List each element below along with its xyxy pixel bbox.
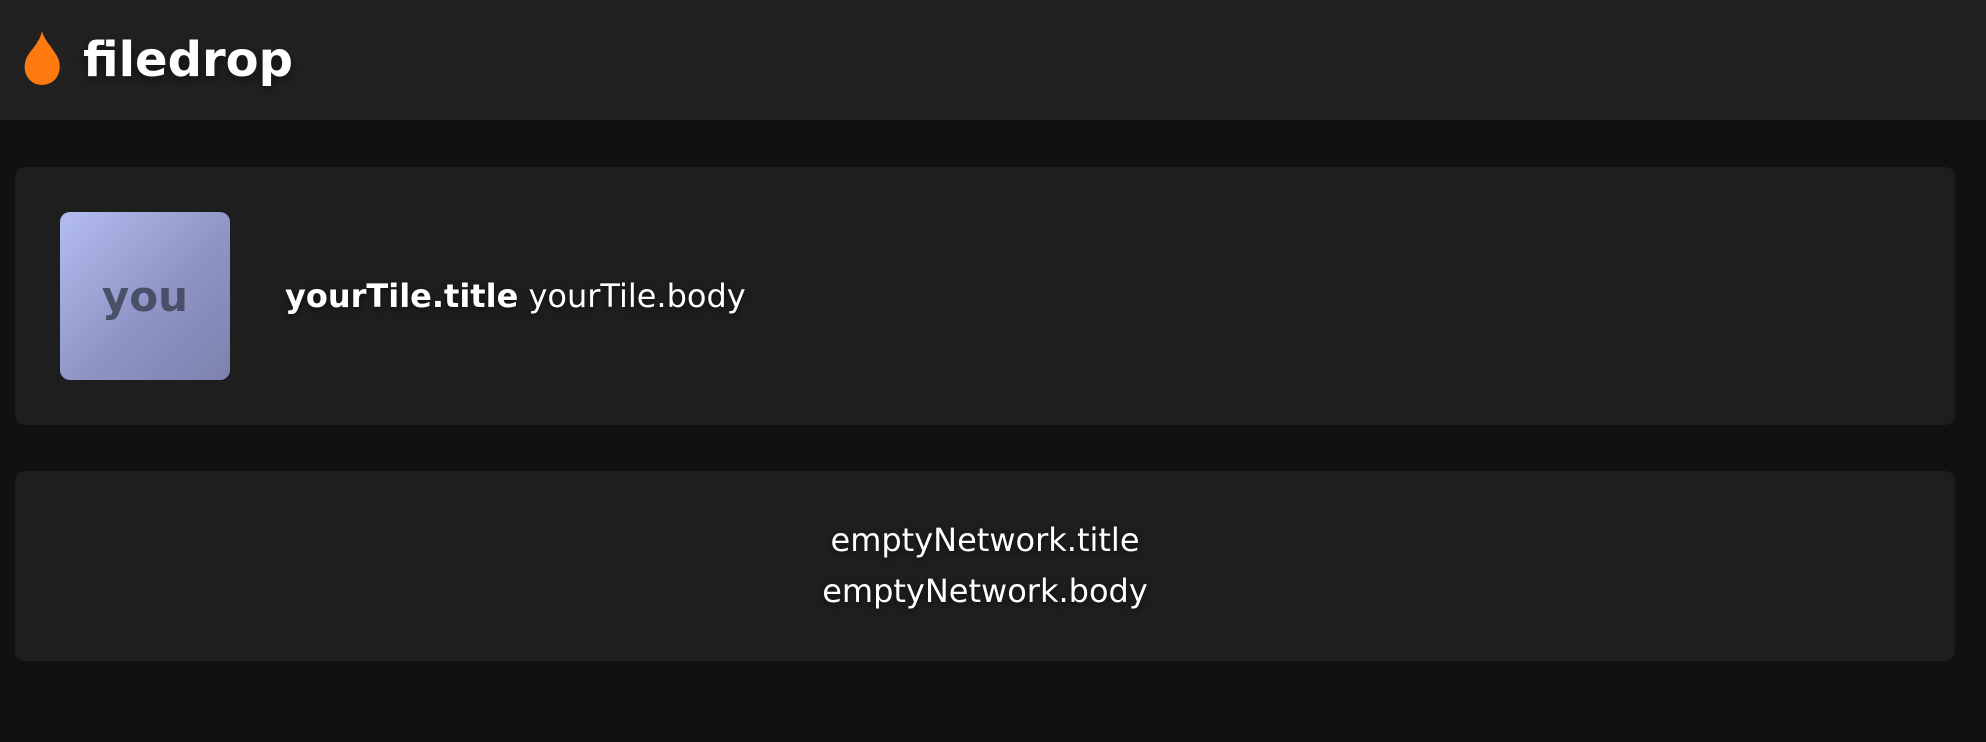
your-tile-title: yourTile.title <box>285 277 519 315</box>
flame-drop-icon <box>24 31 60 85</box>
your-tile-body: yourTile.body <box>528 277 746 315</box>
empty-network-body: emptyNetwork.body <box>822 572 1148 610</box>
your-tile: you yourTile.title yourTile.body <box>15 167 1955 425</box>
app-header: filedrop <box>0 0 1986 120</box>
avatar[interactable]: you <box>60 212 230 380</box>
empty-network-panel: emptyNetwork.title emptyNetwork.body <box>15 471 1955 661</box>
your-tile-text: yourTile.title yourTile.body <box>285 276 746 316</box>
empty-network-title: emptyNetwork.title <box>830 521 1140 559</box>
brand-name[interactable]: filedrop <box>83 32 293 88</box>
avatar-label: you <box>101 271 189 321</box>
